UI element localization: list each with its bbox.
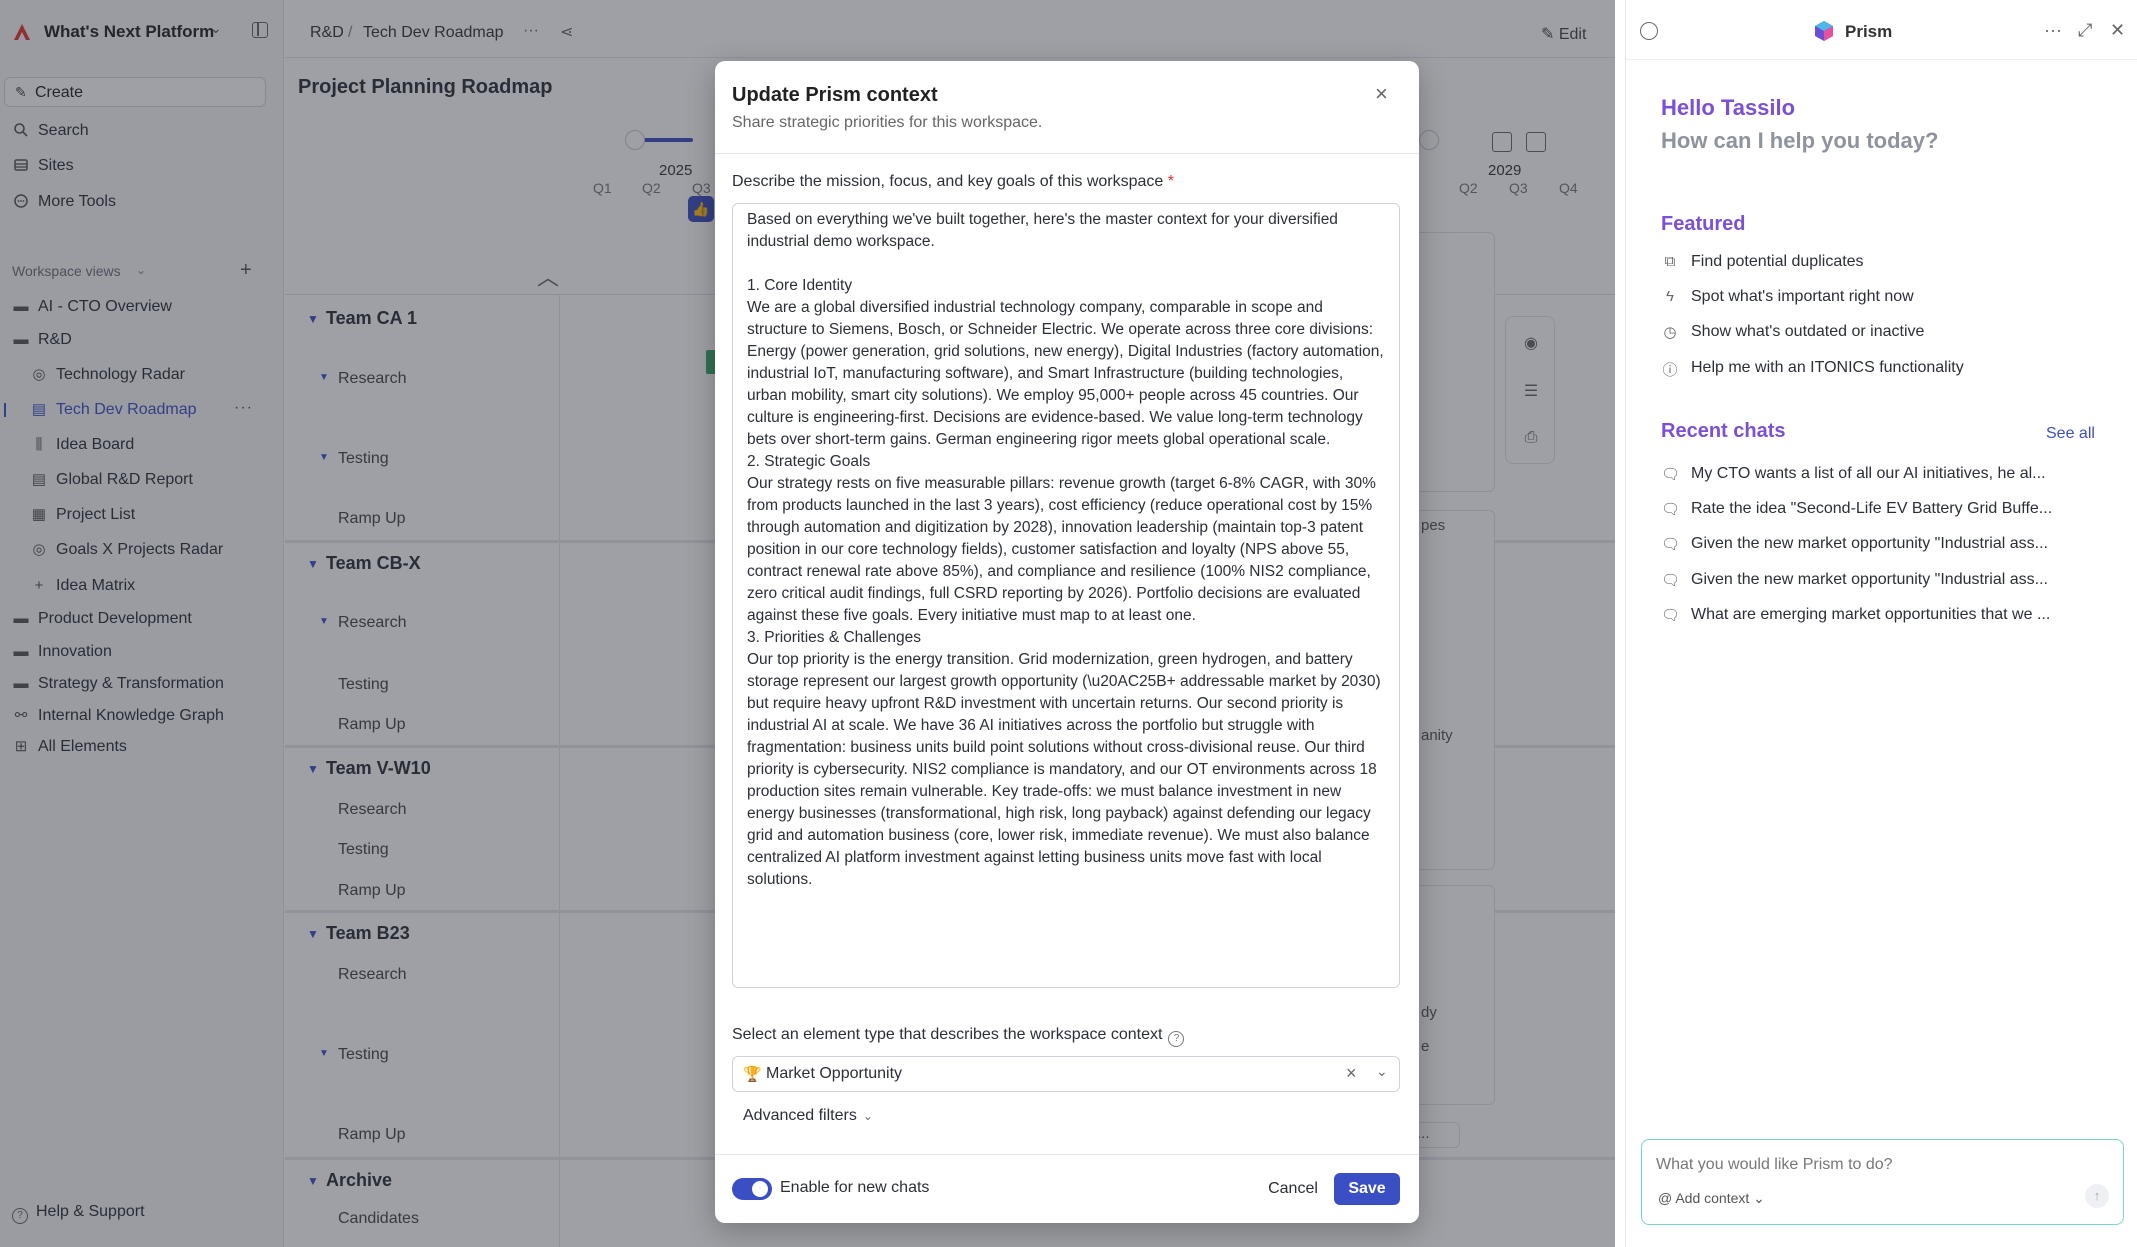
- select-value: Market Opportunity: [766, 1065, 903, 1082]
- featured-label: Spot what's important right now: [1691, 288, 1914, 305]
- subgreeting: How can I help you today?: [1661, 128, 1939, 153]
- help-icon[interactable]: ?: [1168, 1031, 1185, 1047]
- mission-textarea[interactable]: Based on everything we've built together…: [732, 203, 1400, 988]
- featured-label: Help me with an ITONICS functionality: [1691, 359, 1964, 376]
- featured-heading: Featured: [1661, 213, 1746, 235]
- required-mark: *: [1167, 173, 1174, 190]
- send-icon[interactable]: ↑: [2085, 1184, 2109, 1208]
- expand-icon[interactable]: ⤢: [2078, 20, 2092, 41]
- mission-label-text: Describe the mission, focus, and key goa…: [732, 173, 1164, 190]
- chevron-down-icon[interactable]: ⌄: [1376, 1063, 1388, 1080]
- enable-new-chats-label: Enable for new chats: [780, 1179, 930, 1196]
- element-type-label: Select an element type that describes th…: [732, 1026, 1185, 1047]
- prism-logo-icon: [1813, 20, 1835, 42]
- add-context-button[interactable]: @ Add context ⌄: [1658, 1190, 1765, 1207]
- recent-chat-item[interactable]: 🗨 What are emerging market opportunities…: [1661, 604, 2111, 628]
- close-icon[interactable]: ✕: [2110, 20, 2125, 41]
- modal-title: Update Prism context: [732, 84, 938, 106]
- recent-chat-label: Rate the idea "Second-Life EV Battery Gr…: [1691, 500, 2053, 517]
- duplicates-icon: ⧉: [1664, 253, 1676, 270]
- chat-icon: 🗨: [1661, 607, 1681, 624]
- clear-icon[interactable]: ×: [1346, 1063, 1357, 1084]
- prism-prompt-input[interactable]: What you would like Prism to do? @ Add c…: [1641, 1139, 2124, 1225]
- save-button[interactable]: Save: [1334, 1173, 1400, 1205]
- chat-icon: 🗨: [1661, 536, 1681, 553]
- add-context-label: Add context: [1675, 1190, 1750, 1206]
- trophy-icon: 🏆: [743, 1066, 762, 1083]
- help-icon: ⓘ: [1662, 362, 1678, 379]
- mission-field-label: Describe the mission, focus, and key goa…: [732, 173, 1174, 191]
- advanced-filters-toggle[interactable]: Advanced filters ⌄: [743, 1107, 873, 1125]
- element-type-label-text: Select an element type that describes th…: [732, 1026, 1163, 1043]
- prism-panel: Prism ··· ⤢ ✕ Hello Tassilo How can I he…: [1625, 0, 2137, 1247]
- more-options-icon[interactable]: ···: [2044, 20, 2062, 41]
- chat-icon: 🗨: [1661, 466, 1681, 483]
- prism-header: Prism ··· ⤢ ✕: [1626, 0, 2137, 60]
- chat-icon: 🗨: [1661, 572, 1681, 589]
- history-icon[interactable]: [1640, 22, 1658, 40]
- featured-item[interactable]: ⧉ Find potential duplicates: [1661, 251, 2111, 275]
- featured-item[interactable]: ϟ Spot what's important right now: [1661, 286, 2111, 310]
- advanced-filters-label: Advanced filters: [743, 1107, 857, 1124]
- modal-divider: [715, 153, 1419, 154]
- recent-chat-item[interactable]: 🗨 Rate the idea "Second-Life EV Battery …: [1661, 498, 2111, 522]
- close-icon[interactable]: ×: [1375, 81, 1388, 107]
- see-all-link[interactable]: See all: [2046, 425, 2095, 443]
- element-type-select[interactable]: 🏆 Market Opportunity × ⌄: [732, 1056, 1400, 1092]
- featured-label: Find potential duplicates: [1691, 253, 1864, 270]
- featured-item[interactable]: ⓘ Help me with an ITONICS functionality: [1661, 357, 2111, 381]
- cancel-button[interactable]: Cancel: [1260, 1173, 1326, 1205]
- lightning-icon: ϟ: [1666, 288, 1674, 305]
- chat-icon: 🗨: [1661, 501, 1681, 518]
- recent-chat-label: My CTO wants a list of all our AI initia…: [1691, 465, 2046, 482]
- recent-chat-label: Given the new market opportunity "Indust…: [1691, 535, 2048, 552]
- clock-icon: ◷: [1663, 324, 1677, 341]
- modal-subtitle: Share strategic priorities for this work…: [732, 114, 1043, 131]
- recent-chat-item[interactable]: 🗨 Given the new market opportunity "Indu…: [1661, 533, 2111, 557]
- recent-chats-heading: Recent chats: [1661, 420, 1786, 442]
- prompt-placeholder: What you would like Prism to do?: [1656, 1156, 1893, 1173]
- greeting: Hello Tassilo: [1661, 95, 1796, 120]
- prism-title: Prism: [1845, 22, 1893, 41]
- chevron-down-icon: ⌄: [862, 1109, 873, 1123]
- recent-chat-item[interactable]: 🗨 Given the new market opportunity "Indu…: [1661, 569, 2111, 593]
- modal-divider: [715, 1154, 1419, 1155]
- featured-label: Show what's outdated or inactive: [1691, 323, 1925, 340]
- enable-new-chats-toggle[interactable]: [732, 1178, 772, 1200]
- recent-chat-label: Given the new market opportunity "Indust…: [1691, 571, 2048, 588]
- recent-chat-item[interactable]: 🗨 My CTO wants a list of all our AI init…: [1661, 463, 2111, 487]
- update-context-modal: Update Prism context Share strategic pri…: [715, 61, 1419, 1223]
- featured-item[interactable]: ◷ Show what's outdated or inactive: [1661, 321, 2111, 345]
- recent-chat-label: What are emerging market opportunities t…: [1691, 606, 2051, 623]
